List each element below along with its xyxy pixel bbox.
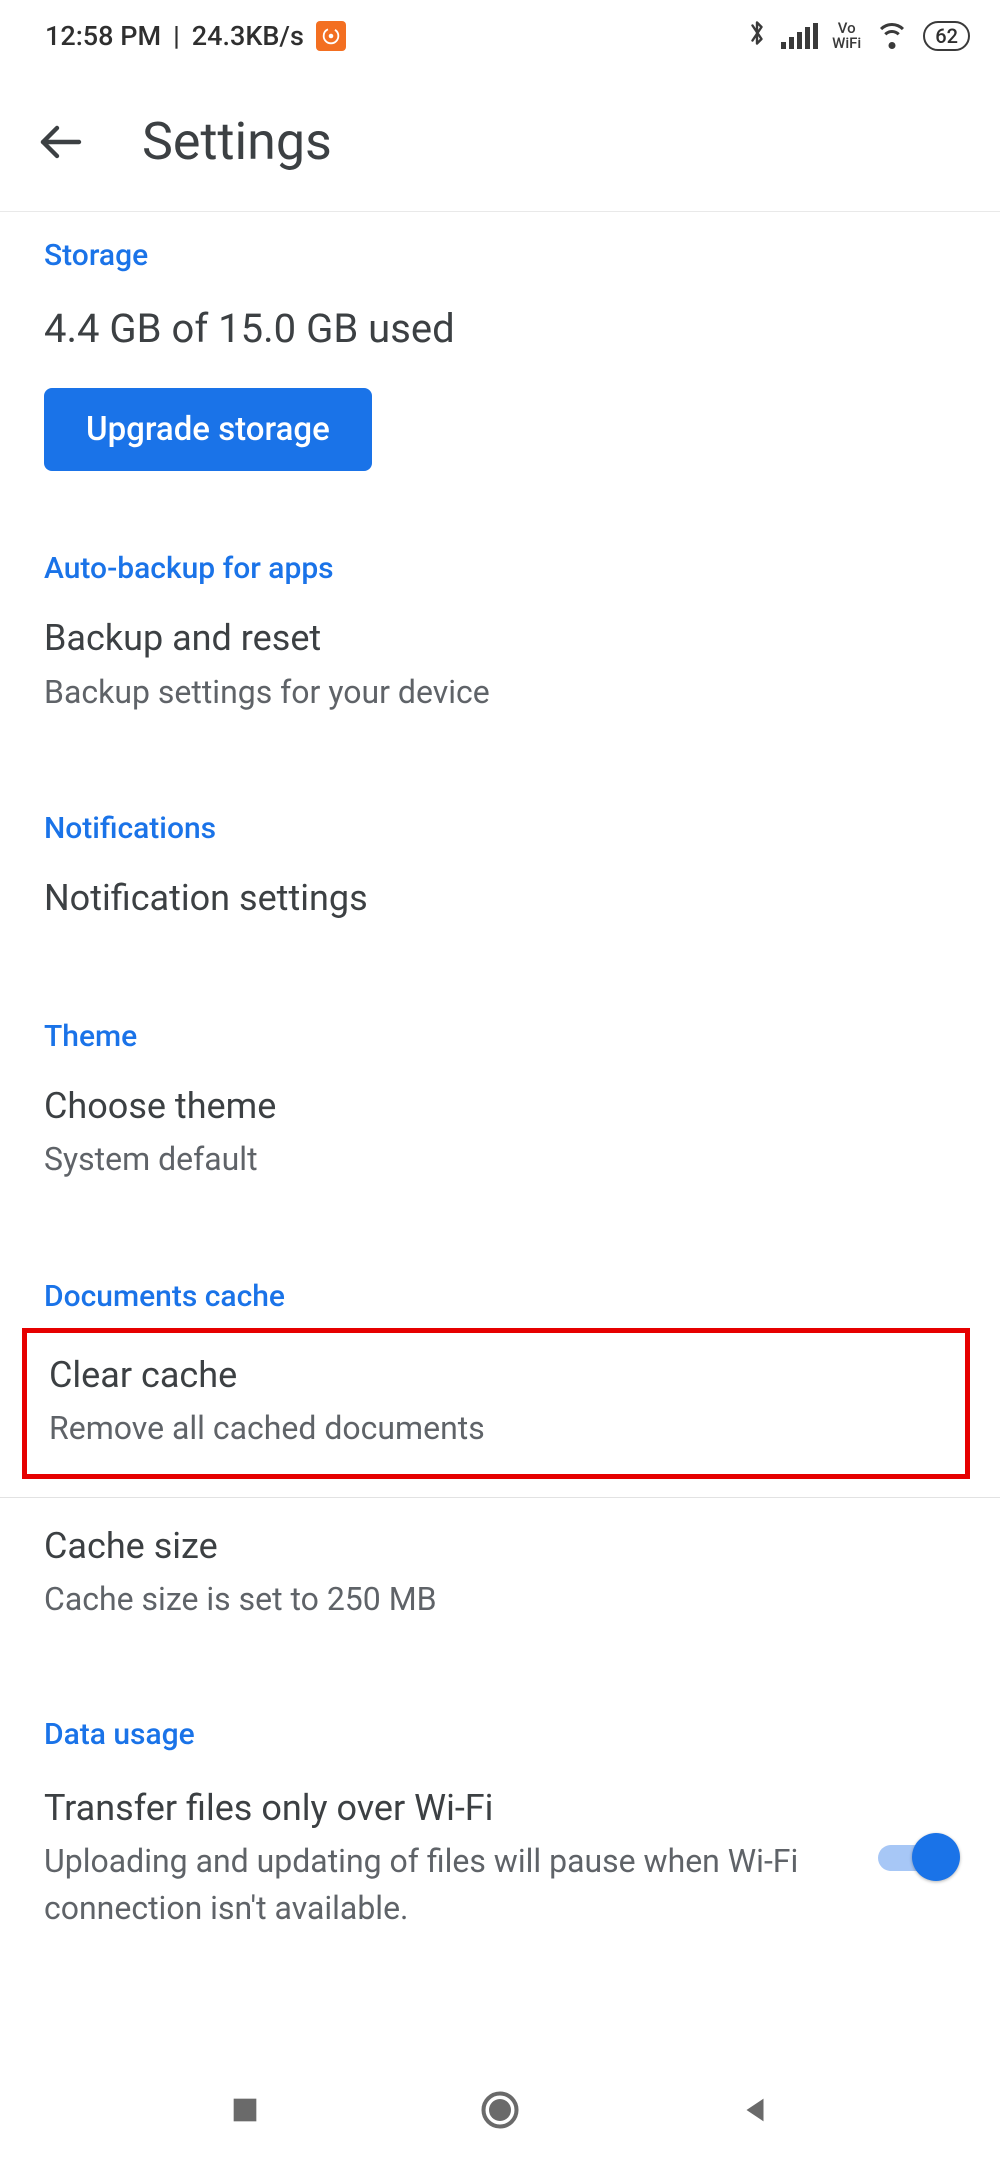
item-title: Cache size [44,1522,956,1571]
section-header-theme: Theme [0,949,1000,1062]
backup-and-reset-item[interactable]: Backup and reset Backup settings for you… [0,594,1000,741]
triangle-left-icon [738,2093,772,2127]
circle-icon [478,2088,522,2132]
nav-recent-button[interactable] [228,2093,262,2131]
item-subtitle: Uploading and updating of files will pau… [44,1838,848,1931]
item-subtitle: Remove all cached documents [49,1405,943,1451]
switch-thumb [912,1833,960,1881]
wifi-only-item[interactable]: Transfer files only over Wi-Fi Uploading… [0,1760,1000,1931]
nav-home-button[interactable] [478,2088,522,2136]
wifi-only-toggle[interactable] [878,1833,956,1881]
app-bar: Settings [0,72,1000,212]
battery-level: 62 [935,24,958,48]
status-time: 12:58 PM [45,20,161,52]
wifi-icon [875,23,909,49]
item-title: Backup and reset [44,614,956,663]
choose-theme-item[interactable]: Choose theme System default [0,1062,1000,1209]
square-icon [228,2093,262,2127]
section-header-data-usage: Data usage [0,1647,1000,1760]
bluetooth-icon [747,18,767,55]
status-right: Vo WiFi 62 [747,18,970,55]
section-header-autobackup: Auto-backup for apps [0,481,1000,594]
storage-usage-text: 4.4 GB of 15.0 GB used [0,281,1000,378]
section-header-notifications: Notifications [0,741,1000,854]
item-title: Transfer files only over Wi-Fi [44,1784,848,1833]
status-left: 12:58 PM | 24.3KB/s [45,20,346,52]
battery-indicator: 62 [923,21,970,51]
item-title: Choose theme [44,1082,956,1131]
section-header-documents-cache: Documents cache [0,1209,1000,1322]
cache-size-item[interactable]: Cache size Cache size is set to 250 MB [0,1498,1000,1647]
system-nav-bar [0,2058,1000,2166]
status-bar: 12:58 PM | 24.3KB/s Vo WiFi 62 [0,0,1000,72]
arrow-left-icon [37,118,85,166]
cellular-signal-icon [781,23,818,49]
vowifi-bottom: WiFi [832,36,861,51]
item-title: Notification settings [44,874,956,923]
clear-cache-item[interactable]: Clear cache Remove all cached documents [22,1328,970,1479]
page-title: Settings [142,111,332,172]
item-subtitle: System default [44,1136,956,1182]
upgrade-storage-button[interactable]: Upgrade storage [44,388,372,471]
item-subtitle: Cache size is set to 250 MB [44,1576,956,1622]
status-net-speed: 24.3KB/s [192,20,304,52]
item-subtitle: Backup settings for your device [44,669,956,715]
back-button[interactable] [35,116,87,168]
section-header-storage: Storage [0,212,1000,281]
nav-back-button[interactable] [738,2093,772,2131]
vowifi-icon: Vo WiFi [832,21,861,51]
item-title: Clear cache [49,1351,943,1400]
mi-app-icon [316,21,346,51]
status-divider: | [173,20,180,52]
settings-list[interactable]: Storage 4.4 GB of 15.0 GB used Upgrade s… [0,212,1000,1931]
notification-settings-item[interactable]: Notification settings [0,854,1000,949]
